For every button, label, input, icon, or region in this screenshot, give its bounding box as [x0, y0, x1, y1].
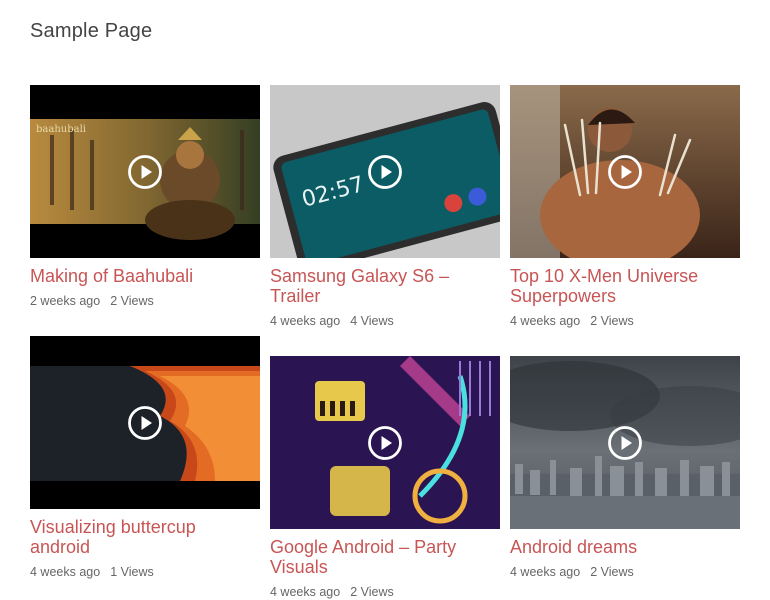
video-thumbnail[interactable]	[30, 336, 260, 509]
video-meta: 2 weeks ago 2 Views	[30, 294, 260, 308]
video-age: 4 weeks ago	[30, 565, 101, 579]
play-icon	[608, 426, 642, 460]
thumbnail-watermark: baahubali	[36, 124, 86, 135]
video-meta: 4 weeks ago 1 Views	[30, 565, 260, 579]
video-card: Visualizing buttercup android 4 weeks ag…	[30, 336, 260, 579]
video-card: 02:57 Samsung Galaxy S6 – Trailer 4 week…	[270, 85, 500, 328]
video-card: Top 10 X-Men Universe Superpowers 4 week…	[510, 85, 740, 328]
video-thumbnail[interactable]: baahubali	[30, 85, 260, 258]
play-icon	[608, 155, 642, 189]
video-title[interactable]: Android dreams	[510, 537, 740, 557]
video-thumbnail[interactable]: 02:57	[270, 85, 500, 258]
video-age: 4 weeks ago	[270, 585, 341, 599]
video-meta: 4 weeks ago 2 Views	[510, 565, 740, 579]
video-views: 2 Views	[590, 314, 634, 328]
video-card: Android dreams 4 weeks ago 2 Views	[510, 356, 740, 579]
video-age: 2 weeks ago	[30, 294, 101, 308]
video-thumbnail[interactable]	[510, 356, 740, 529]
video-card: Google Android – Party Visuals 4 weeks a…	[270, 356, 500, 599]
video-title[interactable]: Google Android – Party Visuals	[270, 537, 500, 577]
video-meta: 4 weeks ago 2 Views	[270, 585, 500, 599]
video-title[interactable]: Making of Baahubali	[30, 266, 260, 286]
page-title: Sample Page	[30, 20, 153, 42]
video-title[interactable]: Samsung Galaxy S6 – Trailer	[270, 266, 500, 306]
video-age: 4 weeks ago	[270, 314, 341, 328]
video-views: 2 Views	[350, 585, 394, 599]
video-views: 2 Views	[590, 565, 634, 579]
video-thumbnail[interactable]	[510, 85, 740, 258]
page: Sample Page baahubali Making of Baahubal…	[0, 0, 770, 600]
play-icon	[368, 426, 402, 460]
play-icon	[368, 155, 402, 189]
video-card: baahubali Making of Baahubali 2 weeks ag…	[30, 85, 260, 308]
video-views: 4 Views	[350, 314, 394, 328]
video-thumbnail[interactable]	[270, 356, 500, 529]
play-icon	[128, 155, 162, 189]
video-meta: 4 weeks ago 2 Views	[510, 314, 740, 328]
video-age: 4 weeks ago	[510, 314, 581, 328]
video-meta: 4 weeks ago 4 Views	[270, 314, 500, 328]
video-title[interactable]: Visualizing buttercup android	[30, 517, 260, 557]
video-views: 1 Views	[110, 565, 154, 579]
video-title[interactable]: Top 10 X-Men Universe Superpowers	[510, 266, 740, 306]
play-icon	[128, 406, 162, 440]
video-views: 2 Views	[110, 294, 154, 308]
video-age: 4 weeks ago	[510, 565, 581, 579]
